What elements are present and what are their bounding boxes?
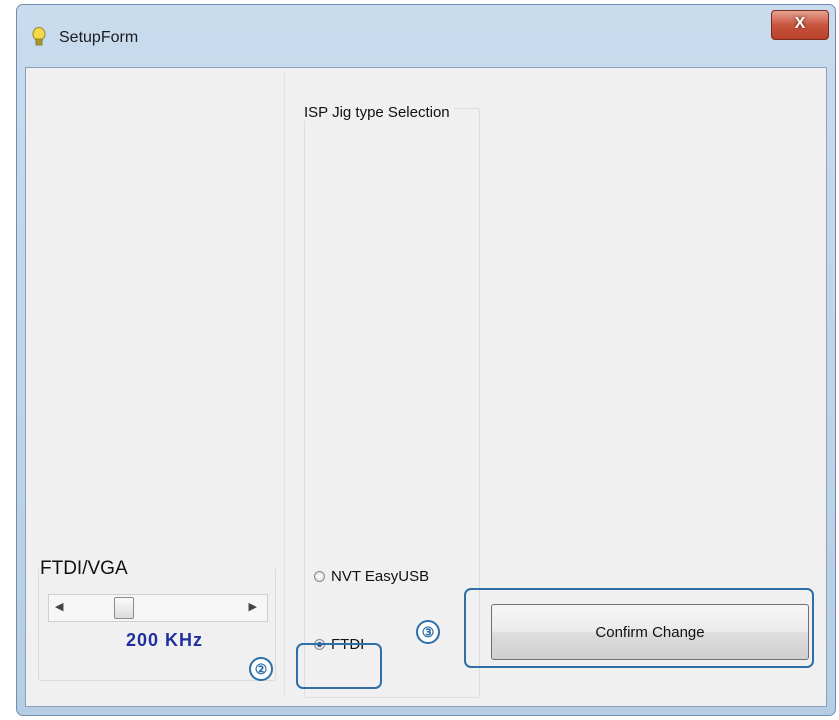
radio-ftdi[interactable]: FTDI bbox=[314, 636, 364, 653]
close-button[interactable]: X bbox=[771, 10, 829, 40]
title-bar: SetupForm X bbox=[17, 5, 835, 69]
speed-value: 200 KHz bbox=[126, 630, 204, 650]
confirm-change-button[interactable]: Confirm Change bbox=[491, 604, 809, 660]
speed-label: FTDI/VGA bbox=[40, 558, 128, 579]
radio-checked-icon[interactable] bbox=[314, 639, 325, 650]
jig-type-group-title: ISP Jig type Selection bbox=[304, 104, 454, 121]
speed-group-box bbox=[38, 568, 276, 681]
jig-type-group-box bbox=[304, 108, 480, 698]
radio-unchecked-icon[interactable] bbox=[314, 571, 325, 582]
slider-thumb[interactable] bbox=[113, 597, 134, 619]
radio-label: FTDI bbox=[331, 636, 365, 653]
callout-number-3: ③ bbox=[416, 620, 440, 644]
callout-number-2: ② bbox=[249, 657, 273, 681]
window-title: SetupForm bbox=[59, 29, 139, 46]
arrow-right-icon[interactable]: ▶ bbox=[249, 600, 257, 613]
radio-label: NVT EasyUSB bbox=[331, 568, 430, 585]
lightbulb-icon bbox=[32, 27, 46, 46]
speed-slider[interactable]: ◀ ▶ bbox=[48, 594, 268, 622]
setup-form-window: SetupForm X FTDI/VGA ◀ ▶ 200 KHz ISP Jig… bbox=[16, 4, 836, 716]
arrow-left-icon[interactable]: ◀ bbox=[55, 600, 63, 613]
client-area: FTDI/VGA ◀ ▶ 200 KHz ISP Jig type Select… bbox=[25, 67, 827, 707]
radio-nvt-easyusb[interactable]: NVT EasyUSB bbox=[314, 568, 429, 585]
